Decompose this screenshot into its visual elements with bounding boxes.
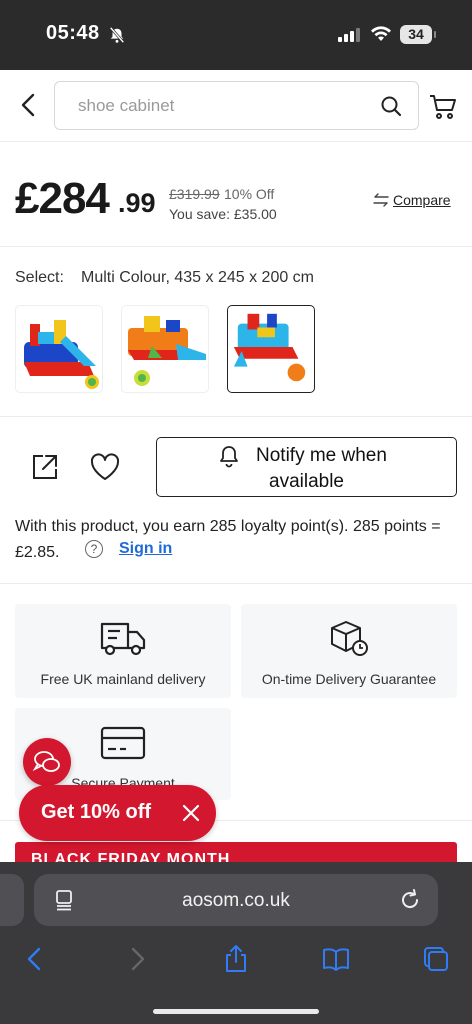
share-sheet-icon[interactable]	[221, 944, 251, 974]
help-icon[interactable]: ?	[85, 540, 103, 558]
url-text: aosom.co.uk	[182, 890, 290, 911]
select-value: Multi Colour, 435 x 245 x 200 cm	[81, 269, 315, 286]
variant-thumbnail-2[interactable]	[121, 305, 209, 393]
status-bar: 05:48 34	[0, 0, 472, 70]
divider	[0, 246, 472, 247]
home-indicator	[153, 1009, 319, 1014]
previous-tab-preview[interactable]	[0, 874, 24, 926]
search-placeholder: shoe cabinet	[78, 96, 175, 115]
original-price: £319.99	[169, 186, 220, 202]
back-icon[interactable]	[20, 944, 50, 974]
url-field[interactable]: aosom.co.uk	[34, 874, 438, 926]
signal-icon	[338, 28, 360, 42]
compare-link[interactable]: Compare	[393, 192, 451, 208]
battery-icon: 34	[400, 25, 436, 44]
bounce-castle-image	[233, 313, 306, 382]
reload-icon[interactable]	[398, 888, 422, 912]
variant-thumbnail-3-selected[interactable]	[227, 305, 315, 393]
notify-label-line1: Notify me when	[256, 445, 387, 466]
discount-badge: 10% Off	[224, 186, 275, 202]
sign-in-link[interactable]: Sign in	[119, 540, 172, 558]
chat-button[interactable]	[23, 738, 71, 786]
price-main: £284	[15, 174, 110, 223]
credit-card-icon	[100, 726, 146, 760]
select-label: Select:	[15, 269, 64, 286]
status-time: 05:48	[46, 22, 100, 44]
you-save-text: You save: £35.00	[169, 206, 277, 222]
bell-icon	[220, 446, 238, 468]
feature-free-delivery: Free UK mainland delivery	[15, 604, 231, 698]
notify-me-button[interactable]: Notify me when available	[156, 437, 457, 497]
feature-on-time-delivery: On-time Delivery Guarantee	[241, 604, 457, 698]
notify-label-line2: available	[269, 471, 344, 492]
site-header: shoe cabinet	[0, 70, 472, 142]
close-icon[interactable]	[181, 803, 201, 823]
wifi-icon	[371, 26, 391, 41]
loyalty-text: With this product, you earn 285 loyalty …	[15, 518, 441, 561]
forward-icon[interactable]	[122, 944, 152, 974]
chat-bubbles-icon	[32, 751, 60, 772]
bounce-castle-image	[128, 316, 206, 386]
box-clock-icon	[331, 621, 368, 656]
bounce-castle-image	[24, 320, 99, 389]
variant-thumbnail-1[interactable]	[15, 305, 103, 393]
price-cents: .99	[118, 188, 156, 218]
divider	[0, 583, 472, 584]
share-icon[interactable]	[31, 453, 59, 481]
browser-address-bar: aosom.co.uk	[0, 862, 472, 936]
bell-muted-icon	[109, 26, 125, 44]
search-icon[interactable]	[380, 95, 402, 117]
back-arrow-icon[interactable]	[14, 88, 42, 122]
search-input[interactable]: shoe cabinet	[54, 81, 419, 130]
bookmarks-icon[interactable]	[321, 944, 351, 974]
discount-label: Get 10% off	[41, 801, 152, 823]
get-discount-button[interactable]: Get 10% off	[19, 785, 216, 841]
feature-label: Free UK mainland delivery	[40, 671, 206, 687]
divider	[0, 416, 472, 417]
tabs-icon[interactable]	[421, 944, 451, 974]
compare-arrows-icon[interactable]	[372, 192, 390, 208]
delivery-truck-icon	[100, 622, 146, 656]
cart-icon[interactable]	[428, 91, 458, 121]
heart-icon[interactable]	[89, 452, 121, 482]
feature-label: On-time Delivery Guarantee	[261, 671, 437, 687]
